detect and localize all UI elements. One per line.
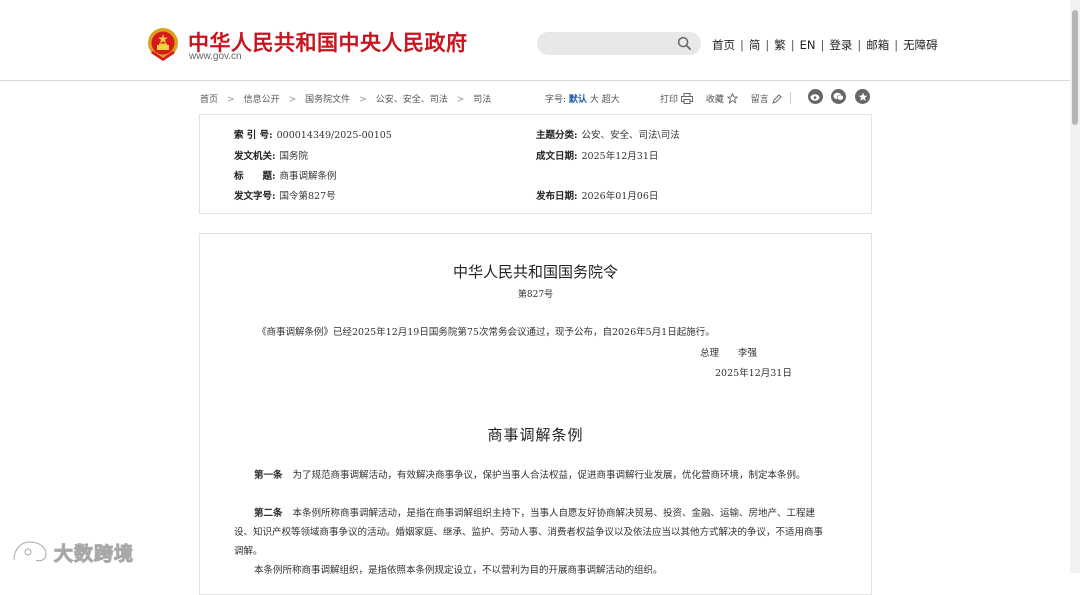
meta-published-date: 发布日期: 2026年01月06日 [536,188,658,202]
nav-mail[interactable]: 邮箱 [866,38,889,52]
meta-title: 标 题: 商事调解条例 [234,168,337,182]
breadcrumb-home[interactable]: 首页 [200,95,218,105]
search-input[interactable] [549,34,673,54]
page-tools: 打印 收藏 留言 [660,92,792,105]
font-size-default[interactable]: 默认 [569,95,587,105]
search-icon[interactable] [677,36,692,51]
article-text: 本条例所称商事调解活动，是指在商事调解组织主持下，当事人自愿友好协商解决贸易、投… [234,508,824,557]
nav-login[interactable]: 登录 [829,38,852,52]
national-emblem-icon[interactable] [147,27,179,63]
nav-separator: | [790,38,795,52]
chevron-right-icon: > [359,95,367,105]
article-paragraph: 本条例所称商事调解组织，是指依照本条例规定设立，不以营利为目的开展商事调解活动的… [234,561,830,580]
font-size-large[interactable]: 大 [590,95,599,105]
article-text: 为了规范商事调解活动，有效解决商事争议，保护当事人合法权益，促进商事调解行业发展… [292,470,806,481]
meta-value: 2026年01月06日 [581,191,659,202]
site-domain: www.gov.cn [189,51,242,62]
watermark-logo-icon [12,540,48,563]
printer-icon [681,93,694,104]
signer: 总理 李强 [700,348,758,359]
document-title: 中华人民共和国国务院令 [452,263,618,281]
pen-icon [772,93,782,104]
document-metadata-panel: 索 引 号: 000014349/2025-00105 主题分类: 公安、安全、司法… [199,114,872,214]
regulation-title: 商事调解条例 [487,426,584,444]
breadcrumb-public-security[interactable]: 公安、安全、司法 [376,95,448,105]
print-button[interactable]: 打印 [660,92,694,105]
meta-label: 标 题: [234,171,276,182]
comment-label: 留言 [750,95,769,105]
comment-button[interactable]: 留言 [751,92,782,105]
print-label: 打印 [660,95,679,105]
meta-label: 发文字号: [234,191,276,202]
meta-index-no: 索 引 号: 000014349/2025-00105 [234,127,392,141]
meta-value: 国令第827号 [279,191,336,202]
favorite-share-icon[interactable] [855,89,870,104]
meta-value: 国务院 [279,151,309,162]
nav-traditional[interactable]: 繁 [774,38,786,52]
favorite-button[interactable]: 收藏 [706,92,738,105]
chevron-right-icon: > [456,95,465,105]
font-size-label: 字号: [545,95,567,105]
decree-paragraph: 《商事调解条例》已经2025年12月19日国务院第75次常务会议通过，现予公布，… [257,327,715,338]
meta-label: 主题分类: [536,130,578,141]
breadcrumb-state-council-docs[interactable]: 国务院文件 [305,95,350,105]
meta-doc-no: 发文字号: 国令第827号 [234,188,336,202]
breadcrumb: 首页 > 信息公开 > 国务院文件 > 公安、安全、司法 > 司法 [200,92,491,105]
article-paragraph: 第一条 为了规范商事调解活动，有效解决商事争议，保护当事人合法权益，促进商事调解行… [234,466,830,485]
meta-value: 商事调解条例 [279,171,337,182]
meta-value: 000014349/2025-00105 [276,130,392,141]
sign-date: 2025年12月31日 [715,368,792,379]
meta-category: 主题分类: 公安、安全、司法\司法 [536,127,680,141]
nav-separator: | [894,38,899,52]
weibo-share-icon[interactable] [808,89,823,104]
article-number: 第一条 [254,470,283,481]
favorite-label: 收藏 [705,95,724,105]
nav-accessibility[interactable]: 无障碍 [903,38,938,52]
top-nav: 首页 | 简 | 繁 | EN | 登录 | 邮箱 | 无障碍 [712,37,938,53]
scrollbar-thumb[interactable] [1072,10,1078,125]
nav-separator: | [765,38,770,52]
site-header: 中华人民共和国中央人民政府 www.gov.cn 首页 | 简 | 繁 | EN | 登录 | 邮箱… [0,0,1080,81]
nav-separator: | [740,38,744,52]
article-number: 第二条 [254,508,283,519]
search-box [537,32,701,55]
watermark-text: 大数跨境 [53,542,135,565]
meta-label: 成文日期: [536,151,578,162]
article-paragraph: 第二条 本条例所称商事调解活动，是指在商事调解组织主持下，当事人自愿友好协商解决贸… [234,504,830,561]
meta-created-date: 成文日期: 2025年12月31日 [536,148,658,162]
meta-value: 公安、安全、司法\司法 [581,130,680,141]
nav-simplified[interactable]: 简 [749,38,761,52]
toolbar-divider [790,92,791,104]
chevron-right-icon: > [288,95,297,105]
star-icon [726,93,738,104]
font-size-xlarge[interactable]: 超大 [602,95,620,105]
font-size-switcher: 字号: 默认 大 超大 [545,92,620,105]
meta-label: 发文机关: [234,151,276,162]
wechat-share-icon[interactable] [831,89,846,104]
nav-english[interactable]: EN [800,38,816,52]
breadcrumb-info-public[interactable]: 信息公开 [244,95,280,105]
nav-separator: | [820,38,825,52]
document-body: 中华人民共和国国务院令 第827号 《商事调解条例》已经2025年12月19日国… [199,233,872,595]
meta-label: 索 引 号: [234,130,273,141]
breadcrumb-judicial[interactable]: 司法 [473,95,491,105]
article-text: 本条例所称商事调解组织，是指依照本条例规定设立，不以营利为目的开展商事调解活动的… [254,565,663,576]
document-number: 第827号 [517,290,554,300]
meta-value: 2025年12月31日 [581,151,659,162]
nav-separator: | [857,38,862,52]
meta-issuer: 发文机关: 国务院 [234,148,308,162]
meta-label: 发布日期: [536,191,578,202]
watermark: 大数跨境 [10,538,134,566]
chevron-right-icon: > [227,95,235,105]
nav-home[interactable]: 首页 [712,38,735,52]
page-scrollbar[interactable] [1070,0,1080,573]
